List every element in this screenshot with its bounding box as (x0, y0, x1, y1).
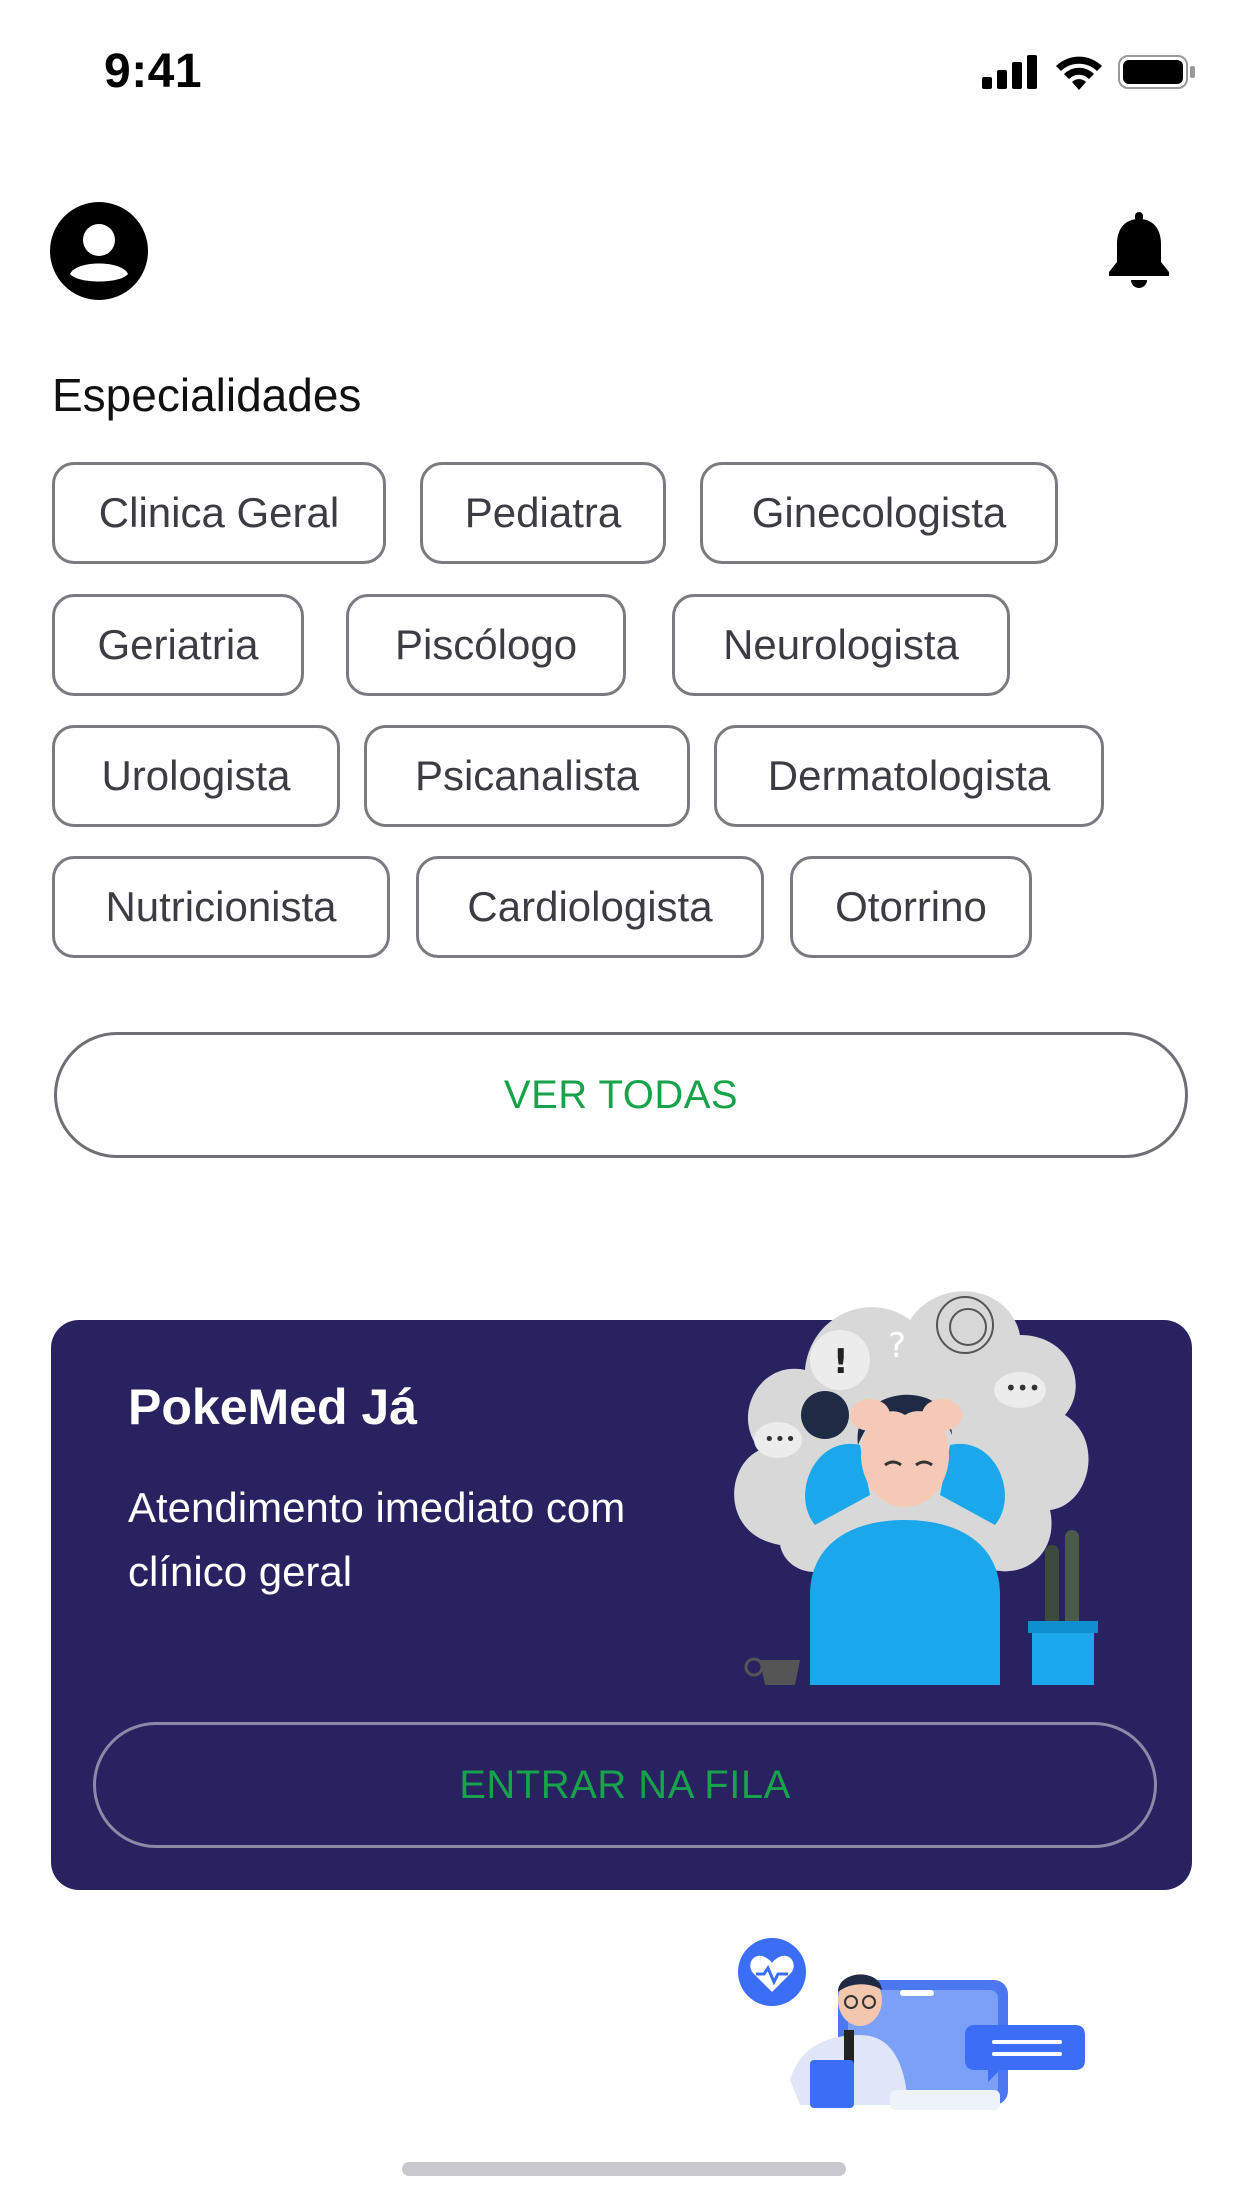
status-time: 9:41 (104, 45, 203, 98)
wifi-icon (1056, 56, 1102, 90)
stressed-person-illustration: ! ? ••• ••• (734, 1291, 1098, 1685)
svg-text:?: ? (888, 1326, 906, 1366)
account-circle-icon[interactable] (50, 202, 148, 300)
home-indicator[interactable] (402, 2162, 846, 2176)
chip-psicanalista[interactable]: Psicanalista (364, 725, 690, 827)
doctor-telemedicine-illustration (738, 1938, 1085, 2110)
join-queue-button[interactable]: ENTRAR NA FILA (93, 1722, 1157, 1848)
chip-ginecologista[interactable]: Ginecologista (700, 462, 1058, 564)
chip-row: Urologista Psicanalista Dermatologista (52, 725, 1104, 827)
chip-otorrino[interactable]: Otorrino (790, 856, 1032, 958)
cellular-signal-icon (982, 55, 1037, 89)
chip-clinica-geral[interactable]: Clinica Geral (52, 462, 386, 564)
promo-description: Atendimento imediato com clínico geral (128, 1484, 626, 1595)
chip-row: Nutricionista Cardiologista Otorrino (52, 856, 1032, 958)
svg-text:•••: ••• (1005, 1376, 1040, 1400)
chip-psicologo[interactable]: Piscólogo (346, 594, 626, 696)
see-all-button[interactable]: VER TODAS (54, 1032, 1188, 1158)
status-icons (982, 54, 1196, 90)
chip-row: Clinica Geral Pediatra Ginecologista (52, 462, 1058, 564)
chip-urologista[interactable]: Urologista (52, 725, 340, 827)
svg-text:•••: ••• (764, 1429, 796, 1450)
chip-pediatra[interactable]: Pediatra (420, 462, 666, 564)
chip-cardiologista[interactable]: Cardiologista (416, 856, 764, 958)
svg-text:!: ! (833, 1342, 849, 1382)
battery-icon (1118, 55, 1195, 89)
chip-nutricionista[interactable]: Nutricionista (52, 856, 390, 958)
bell-icon[interactable] (1104, 212, 1174, 290)
section-title-especialidades: Especialidades (52, 369, 362, 421)
promo-title: PokeMed Já (128, 1379, 418, 1435)
chip-neurologista[interactable]: Neurologista (672, 594, 1010, 696)
chip-dermatologista[interactable]: Dermatologista (714, 725, 1104, 827)
chip-row: Geriatria Piscólogo Neurologista (52, 594, 1010, 696)
chip-geriatria[interactable]: Geriatria (52, 594, 304, 696)
